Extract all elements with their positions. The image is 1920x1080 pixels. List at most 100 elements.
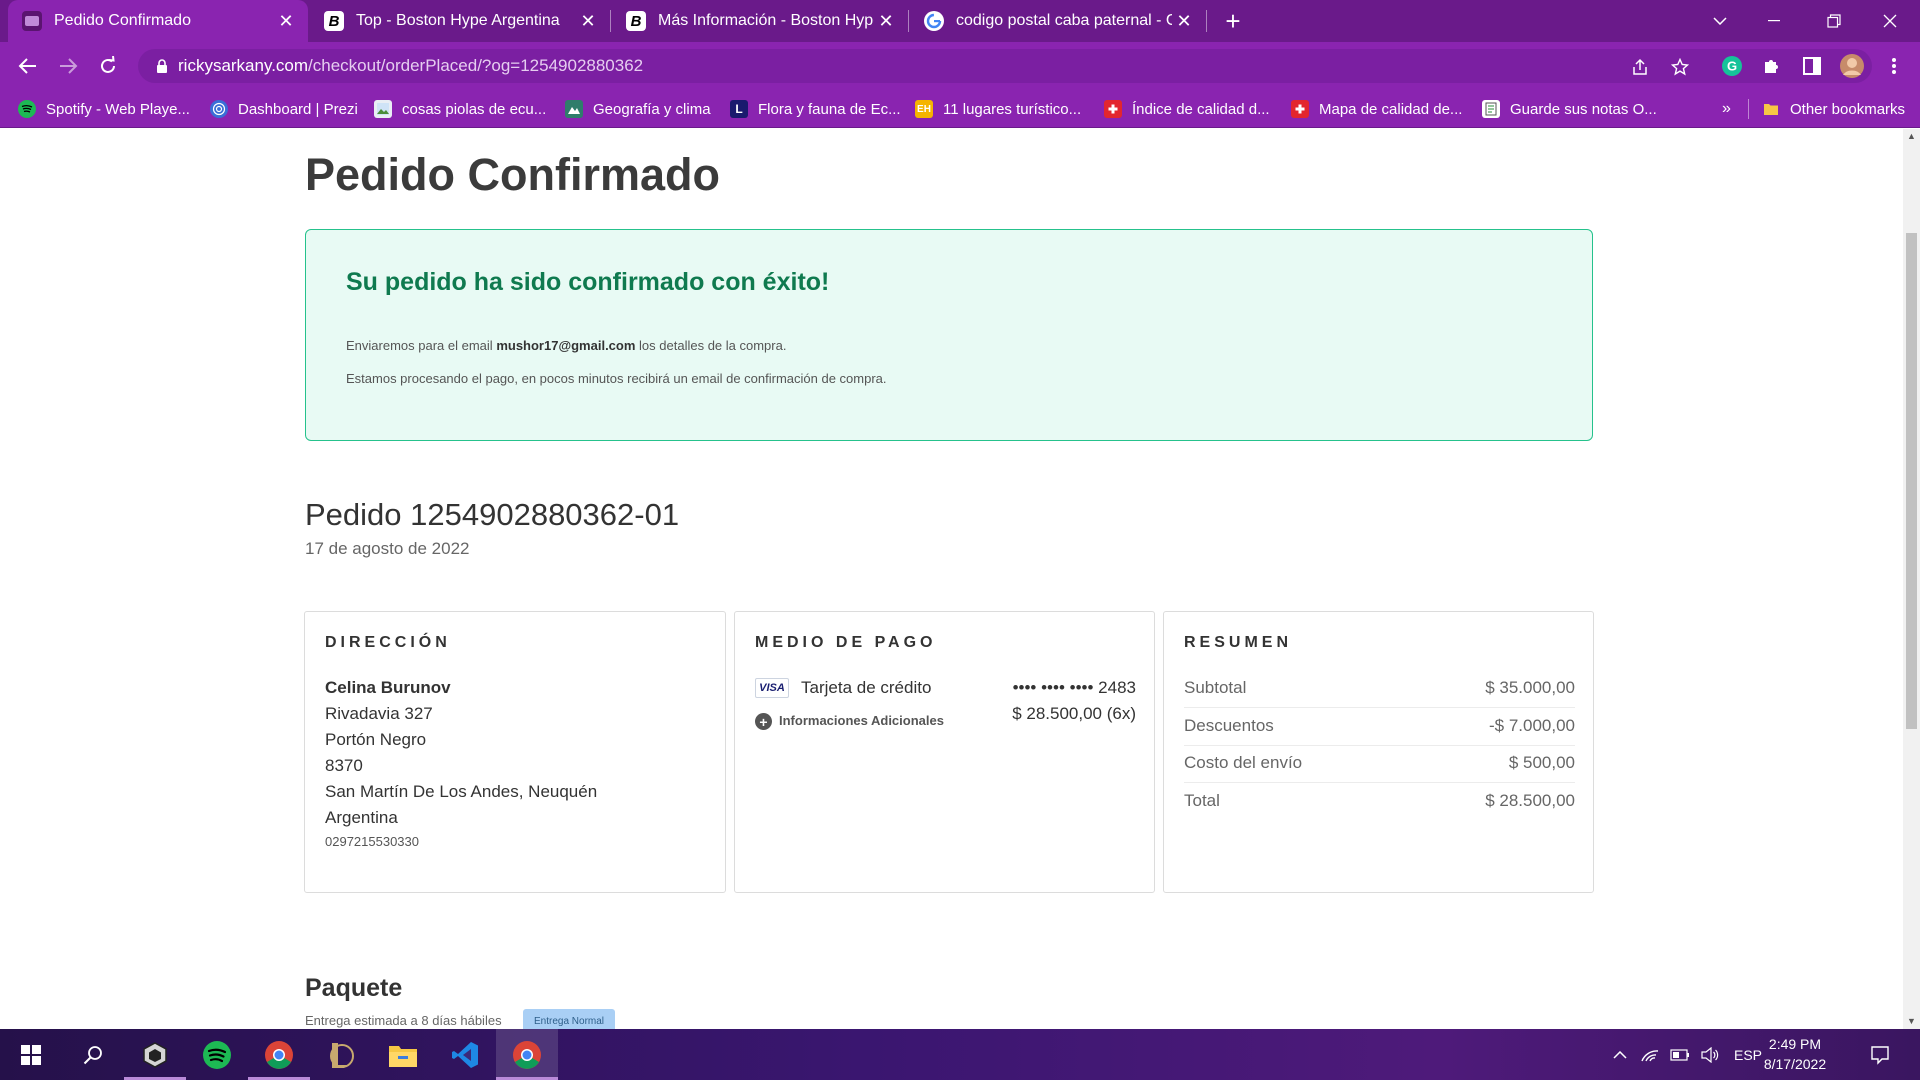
browser-tab-strip: Pedido Confirmado ✕ B Top - Boston Hype … xyxy=(0,0,1920,42)
minimize-button[interactable] xyxy=(1746,0,1802,42)
bookmark-geografia[interactable]: Geografía y clima xyxy=(565,90,711,128)
file-explorer-icon[interactable] xyxy=(372,1029,434,1080)
address-url[interactable]: rickysarkany.com/checkout/orderPlaced/?o… xyxy=(178,56,643,76)
bookmark-label: cosas piolas de ecu... xyxy=(402,100,547,118)
summary-value: $ 500,00 xyxy=(1508,753,1575,772)
letter-l-icon: L xyxy=(730,100,748,118)
summary-label: Subtotal xyxy=(1184,678,1247,697)
bookmark-notas[interactable]: Guarde sus notas O... xyxy=(1482,90,1657,128)
lock-icon[interactable] xyxy=(154,58,170,74)
bookmark-spotify[interactable]: Spotify - Web Playe... xyxy=(18,90,190,128)
order-number-heading: Pedido 1254902880362-01 xyxy=(305,497,680,532)
kebab-menu-icon[interactable] xyxy=(1880,52,1908,80)
tray-overflow-chevron-icon[interactable] xyxy=(1606,1029,1634,1080)
bookmark-cosas-piolas[interactable]: cosas piolas de ecu... xyxy=(374,90,546,128)
page-viewport: Pedido Confirmado Su pedido ha sido conf… xyxy=(0,129,1903,1029)
summary-value: -$ 7.000,00 xyxy=(1488,716,1575,735)
tab-pedido-confirmado[interactable]: Pedido Confirmado ✕ xyxy=(8,0,308,42)
bookmark-label: Mapa de calidad de... xyxy=(1319,100,1463,118)
unity-hub-icon[interactable] xyxy=(124,1029,186,1080)
back-arrow-icon[interactable] xyxy=(12,50,44,82)
image-icon xyxy=(374,100,392,118)
search-icon[interactable] xyxy=(62,1029,124,1080)
battery-icon[interactable] xyxy=(1666,1029,1694,1080)
scroll-up-arrow-icon[interactable]: ▲ xyxy=(1907,132,1916,141)
bookmark-star-icon[interactable] xyxy=(1670,57,1690,77)
scrollbar-thumb[interactable] xyxy=(1906,233,1917,729)
order-date: 17 de agosto de 2022 xyxy=(305,539,470,558)
taskbar-clock[interactable]: 2:49 PM 8/17/2022 xyxy=(1752,1034,1838,1074)
additional-info-link[interactable]: Informaciones Adicionales xyxy=(779,713,944,728)
payment-type: Tarjeta de crédito xyxy=(801,678,932,697)
payment-card-title: MEDIO DE PAGO xyxy=(755,634,937,651)
share-icon[interactable] xyxy=(1630,57,1650,77)
close-icon[interactable]: ✕ xyxy=(576,9,600,33)
extensions-puzzle-icon[interactable] xyxy=(1758,52,1786,80)
vscode-icon[interactable] xyxy=(434,1029,496,1080)
close-icon[interactable]: ✕ xyxy=(1172,9,1196,33)
tab-boston-hype-top[interactable]: B Top - Boston Hype Argentina ✕ xyxy=(310,0,610,42)
bookmark-indice-calidad[interactable]: Índice de calidad d... xyxy=(1104,90,1270,128)
bookmarks-bar: Spotify - Web Playe... Dashboard | Prezi… xyxy=(0,90,1920,128)
scroll-down-arrow-icon[interactable]: ▼ xyxy=(1907,1017,1916,1026)
grammarly-icon[interactable]: G xyxy=(1718,52,1746,80)
close-window-button[interactable] xyxy=(1862,0,1918,42)
tab-search-chevron-icon[interactable] xyxy=(1692,0,1748,42)
address-card: DIRECCIÓN Celina Burunov Rivadavia 327 P… xyxy=(304,611,726,893)
profile-avatar[interactable] xyxy=(1838,52,1866,80)
swiss-cross-icon xyxy=(1291,100,1309,118)
address-street: Rivadavia 327 xyxy=(325,704,433,723)
page-scrollbar[interactable]: ▲ ▼ xyxy=(1903,129,1920,1029)
summary-row-subtotal: Subtotal $ 35.000,00 xyxy=(1184,670,1575,708)
bookmark-label: Spotify - Web Playe... xyxy=(46,100,190,118)
landscape-icon xyxy=(565,100,583,118)
visa-card-icon: VISA xyxy=(755,678,789,698)
summary-label: Total xyxy=(1184,791,1220,810)
email-prefix: Enviaremos para el email xyxy=(346,338,493,353)
address-bar[interactable]: rickysarkany.com/checkout/orderPlaced/?o… xyxy=(138,49,1872,83)
svg-text:G: G xyxy=(1727,59,1737,74)
windows-taskbar: ESP 2:49 PM 8/17/2022 xyxy=(0,1029,1920,1080)
forward-arrow-icon[interactable] xyxy=(52,50,84,82)
order-success-alert: Su pedido ha sido confirmado con éxito! … xyxy=(305,229,1593,441)
bookmark-lugares-turisticos[interactable]: EH 11 lugares turístico... xyxy=(915,90,1081,128)
summary-row-shipping: Costo del envío $ 500,00 xyxy=(1184,745,1575,783)
wifi-icon[interactable] xyxy=(1636,1029,1664,1080)
tab-boston-hype-info[interactable]: B Más Información - Boston Hype A ✕ xyxy=(612,0,908,42)
delivery-type-badge: Entrega Normal xyxy=(523,1009,615,1029)
prezi-icon xyxy=(210,100,228,118)
restore-button[interactable] xyxy=(1806,0,1862,42)
summary-card-title: RESUMEN xyxy=(1184,634,1293,651)
close-icon[interactable]: ✕ xyxy=(274,9,298,33)
other-bookmarks-folder[interactable]: Other bookmarks xyxy=(1762,90,1905,128)
notifications-icon[interactable] xyxy=(1860,1029,1900,1080)
new-tab-button[interactable]: + xyxy=(1206,0,1260,42)
spotify-icon xyxy=(18,100,36,118)
league-of-legends-icon[interactable] xyxy=(310,1029,372,1080)
google-g-icon xyxy=(924,11,944,31)
delivery-estimate: Entrega estimada a 8 días hábiles xyxy=(305,1013,502,1028)
chrome-active-window-icon[interactable] xyxy=(496,1029,558,1080)
tab-google-search[interactable]: codigo postal caba paternal - Go ✕ xyxy=(910,0,1206,42)
bookmark-mapa-calidad[interactable]: Mapa de calidad de... xyxy=(1291,90,1462,128)
reload-icon[interactable] xyxy=(92,50,124,82)
bookmark-prezi[interactable]: Dashboard | Prezi xyxy=(210,90,358,128)
swiss-cross-icon xyxy=(1104,100,1122,118)
volume-icon[interactable] xyxy=(1696,1029,1724,1080)
bookmarks-overflow-button[interactable]: » xyxy=(1722,90,1731,128)
spotify-app-icon[interactable] xyxy=(186,1029,248,1080)
tab-title: Más Información - Boston Hype A xyxy=(658,12,874,29)
purple-page-icon xyxy=(22,11,42,31)
tab-title: Pedido Confirmado xyxy=(54,12,191,29)
tab-separator xyxy=(908,10,909,32)
summary-value: $ 28.500,00 xyxy=(1485,791,1575,810)
bookmark-flora-fauna[interactable]: L Flora y fauna de Ec... xyxy=(730,90,901,128)
chrome-app-icon[interactable] xyxy=(248,1029,310,1080)
windows-start-icon[interactable] xyxy=(0,1029,62,1080)
recipient-name: Celina Burunov xyxy=(325,678,451,697)
side-panel-icon[interactable] xyxy=(1798,52,1826,80)
close-icon[interactable]: ✕ xyxy=(874,9,898,33)
plus-circle-icon[interactable]: + xyxy=(755,713,772,730)
summary-label: Descuentos xyxy=(1184,716,1274,735)
summary-card: RESUMEN Subtotal $ 35.000,00 Descuentos … xyxy=(1163,611,1594,893)
